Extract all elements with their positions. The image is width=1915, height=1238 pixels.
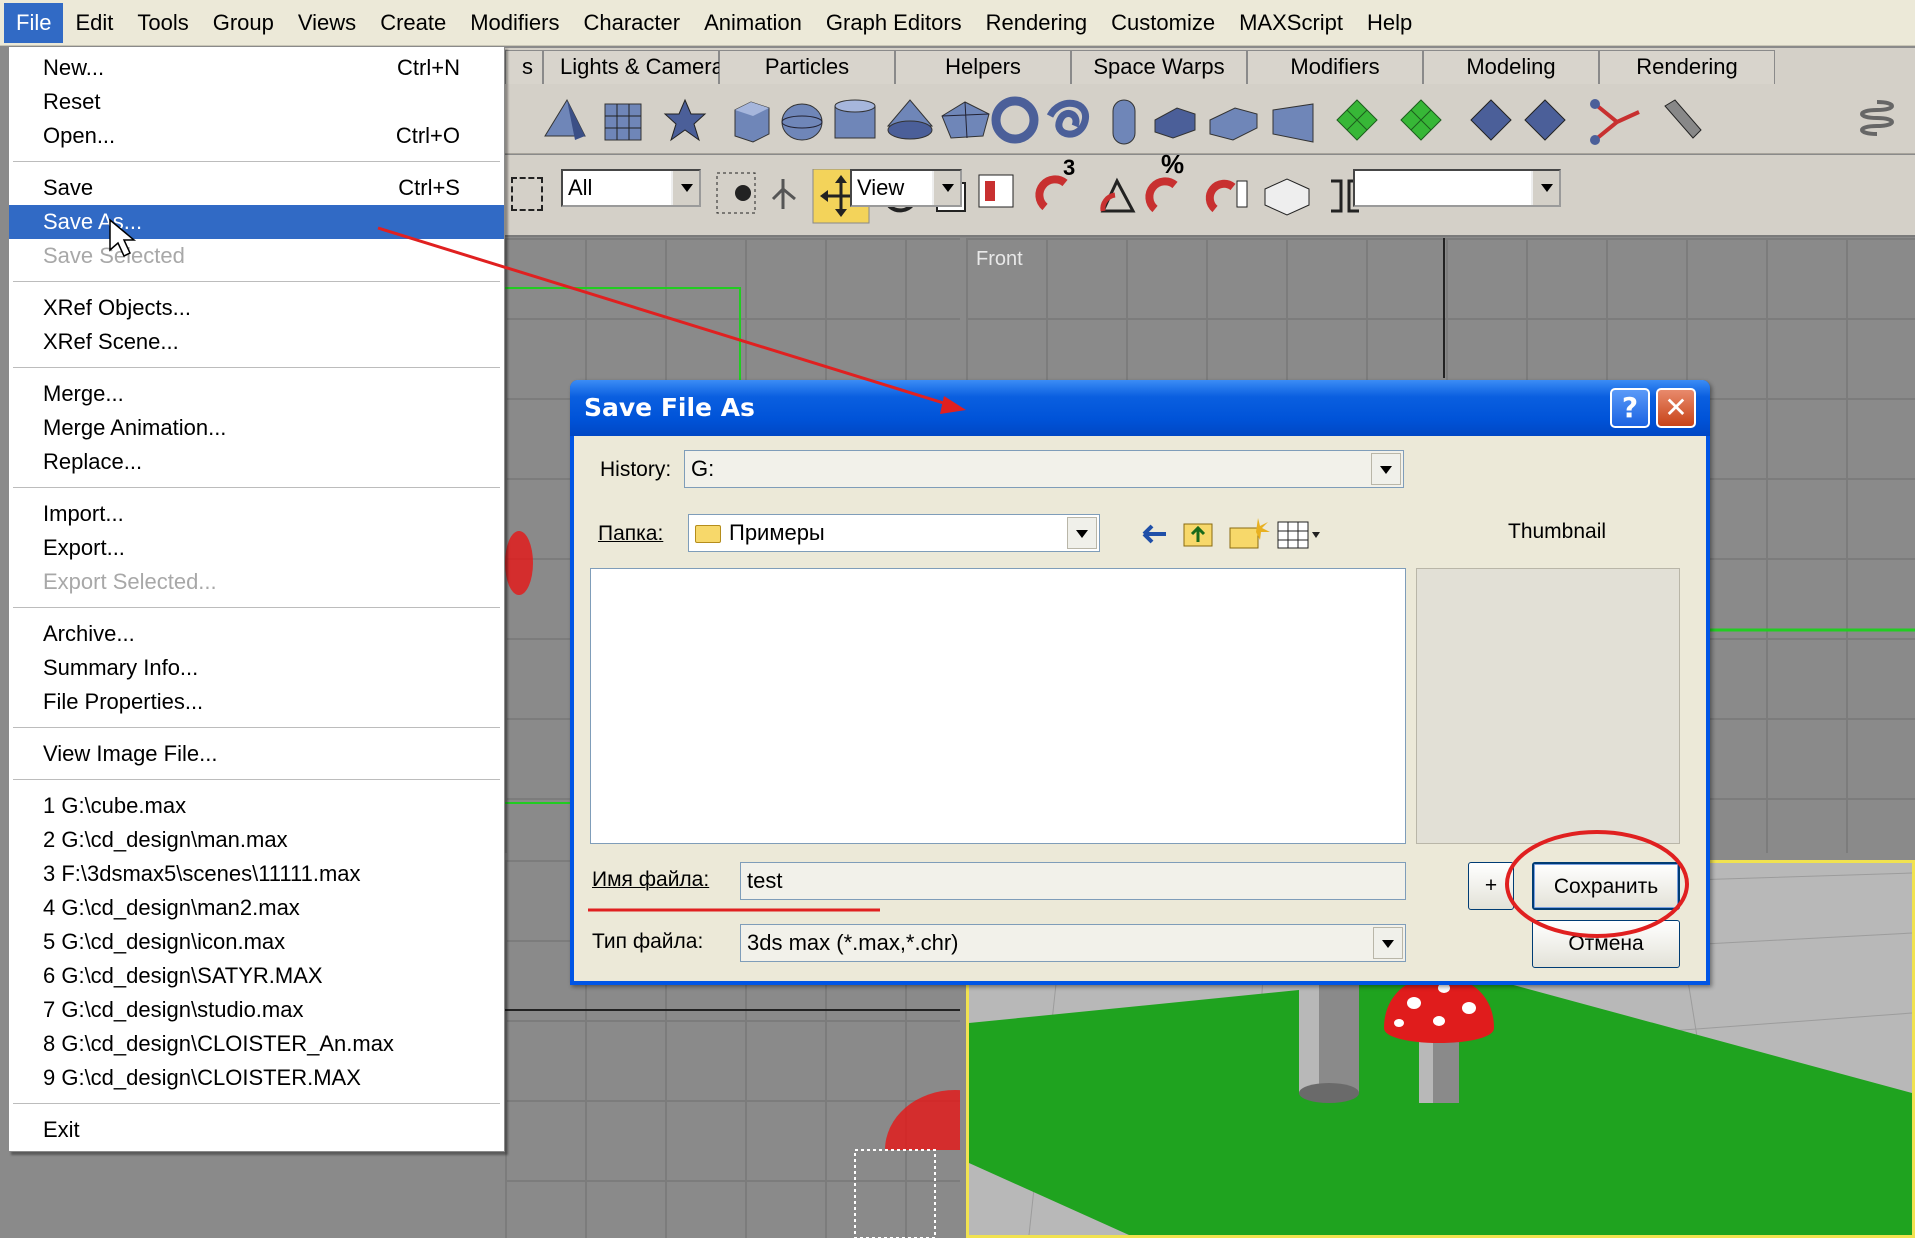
save-button-highlight-circle (1505, 830, 1689, 938)
mouse-cursor-icon (109, 218, 137, 258)
annotation-arrow (377, 226, 966, 414)
annotation-overlay (109, 218, 1689, 938)
